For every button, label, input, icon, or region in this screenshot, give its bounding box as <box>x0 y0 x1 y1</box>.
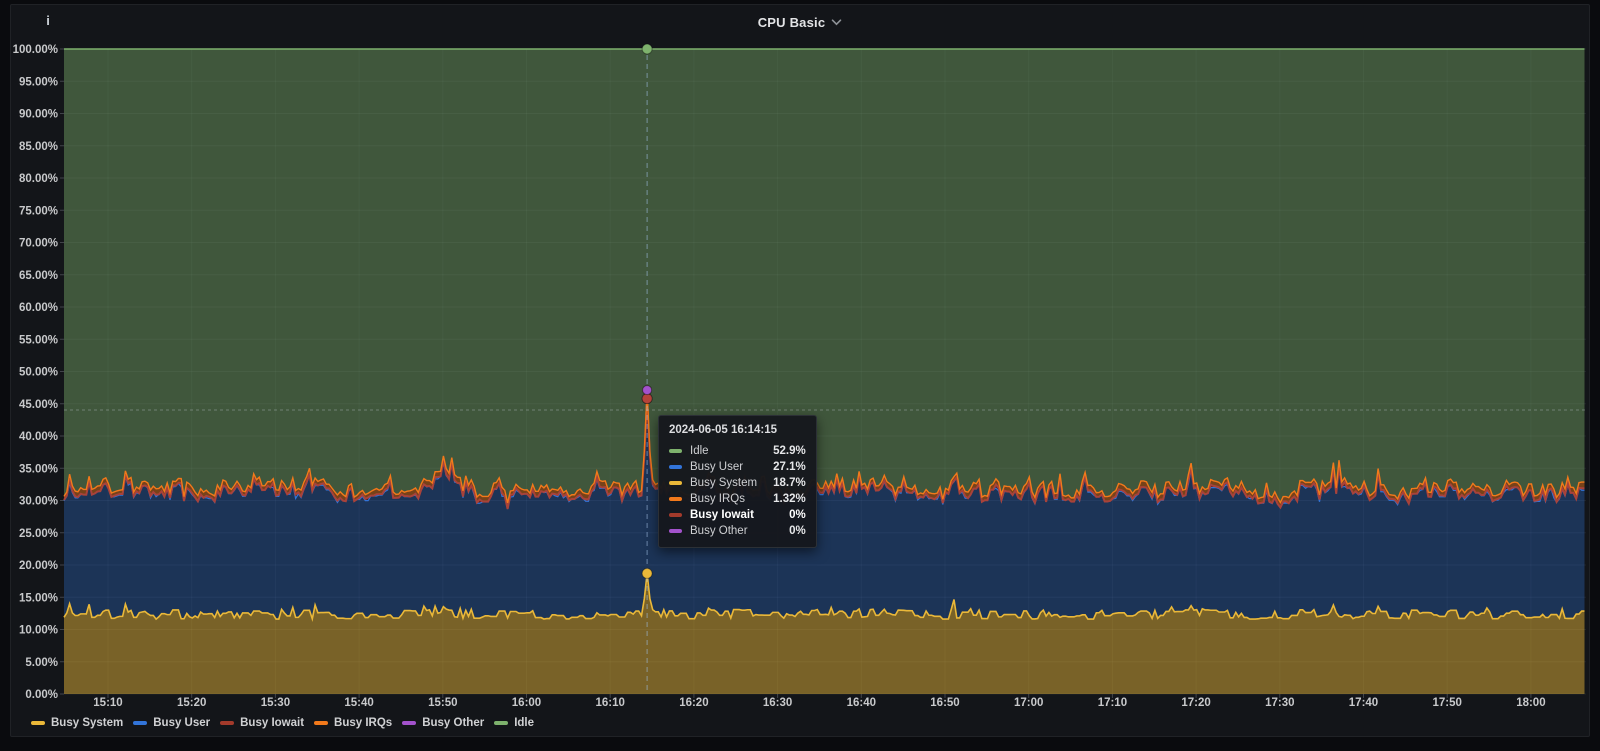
y-axis-label: 70.00% <box>19 238 58 250</box>
tooltip-series-label: Busy System <box>690 477 758 489</box>
legend-label: Busy System <box>51 717 124 729</box>
x-axis-label: 15:40 <box>344 697 373 709</box>
x-axis-label: 15:50 <box>428 697 457 709</box>
panel-info-icon[interactable]: i <box>41 13 55 29</box>
tooltip-row-busy-irqs: Busy IRQs 1.32% <box>669 491 806 507</box>
y-axis-label: 65.00% <box>19 270 58 282</box>
legend-color-swatch <box>402 721 417 725</box>
legend-item-busy-iowait[interactable]: Busy Iowait <box>220 717 304 729</box>
tooltip-row-busy-system: Busy System 18.7% <box>669 475 806 491</box>
series-color-swatch <box>669 465 682 469</box>
legend-item-busy-user[interactable]: Busy User <box>133 717 210 729</box>
chart-tooltip: 2024-06-05 16:14:15 Idle 52.9% Busy User 27… <box>658 415 817 548</box>
y-axis-label: 50.00% <box>19 367 58 379</box>
y-axis-label: 60.00% <box>19 302 58 314</box>
x-axis-label: 17:20 <box>1181 697 1210 709</box>
y-axis-label: 85.00% <box>19 141 58 153</box>
hover-point-busy-system <box>641 567 653 579</box>
tooltip-series-value: 18.7% <box>773 477 806 489</box>
series-color-swatch <box>669 529 682 533</box>
y-axis-label: 35.00% <box>19 463 58 475</box>
legend-color-swatch <box>314 721 329 725</box>
legend-label: Busy User <box>153 717 211 729</box>
chart-legend: Busy System Busy User Busy Iowait Busy IRQs… <box>31 716 534 730</box>
x-axis-label: 17:30 <box>1265 697 1294 709</box>
x-axis-label: 15:20 <box>177 697 206 709</box>
y-axis-label: 100.00% <box>13 44 58 56</box>
x-axis-label: 15:10 <box>93 697 122 709</box>
tooltip-series-value: 27.1% <box>773 461 806 473</box>
legend-item-busy-system[interactable]: Busy System <box>31 717 123 729</box>
tooltip-series-label: Busy IRQs <box>690 493 745 505</box>
y-axis-label: 75.00% <box>19 205 58 217</box>
tooltip-series-label: Idle <box>690 445 709 457</box>
tooltip-timestamp: 2024-06-05 16:14:15 <box>669 424 778 436</box>
tooltip-series-value: 52.9% <box>773 445 806 457</box>
x-axis-label: 17:50 <box>1432 697 1461 709</box>
x-axis-label: 18:00 <box>1516 697 1545 709</box>
series-color-swatch <box>669 513 682 517</box>
y-axis-label: 5.00% <box>25 657 58 669</box>
y-axis-label: 80.00% <box>19 173 58 185</box>
tooltip-series-value: 1.32% <box>773 493 806 505</box>
y-axis-label: 20.00% <box>19 560 58 572</box>
x-axis-label: 17:40 <box>1349 697 1378 709</box>
y-axis-label: 90.00% <box>19 109 58 121</box>
x-axis-label: 16:50 <box>930 697 959 709</box>
series-color-swatch <box>669 497 682 501</box>
x-axis-label: 16:20 <box>679 697 708 709</box>
y-axis-label: 40.00% <box>19 431 58 443</box>
x-axis-label: 17:00 <box>1014 697 1043 709</box>
tooltip-row-busy-other: Busy Other 0% <box>669 523 806 539</box>
legend-color-swatch <box>133 721 148 725</box>
tooltip-row-busy-iowait: Busy Iowait 0% <box>669 507 806 523</box>
x-axis-label: 16:10 <box>595 697 624 709</box>
y-axis-label: 25.00% <box>19 528 58 540</box>
x-axis-label: 16:40 <box>847 697 876 709</box>
legend-label: Busy Iowait <box>240 717 305 729</box>
legend-label: Busy Other <box>422 717 485 729</box>
tooltip-series-value: 0% <box>789 509 806 521</box>
cpu-time-series-chart[interactable]: 0.00% 5.00% 10.00% 15.00% 20.00% 25.00% 30.00%… <box>11 5 1589 736</box>
series-color-swatch <box>669 481 682 485</box>
tooltip-series-label: Busy Iowait <box>690 509 754 521</box>
tooltip-series-label: Busy Other <box>690 525 748 537</box>
hover-point-busy-other <box>642 385 653 396</box>
area-idle <box>64 49 1585 503</box>
tooltip-series-label: Busy User <box>690 461 744 473</box>
tooltip-row-busy-user: Busy User 27.1% <box>669 459 806 475</box>
legend-item-busy-irqs[interactable]: Busy IRQs <box>314 717 392 729</box>
legend-color-swatch <box>494 721 509 725</box>
legend-label: Idle <box>514 717 535 729</box>
x-axis-label: 16:00 <box>512 697 541 709</box>
legend-item-idle[interactable]: Idle <box>494 717 534 729</box>
legend-color-swatch <box>31 721 45 725</box>
y-axis-label: 10.00% <box>19 625 58 637</box>
y-axis-label: 0.00% <box>25 689 58 701</box>
legend-label: Busy IRQs <box>334 717 393 729</box>
hover-point-busy-iowait <box>641 393 653 405</box>
x-axis-label: 16:30 <box>763 697 792 709</box>
legend-color-swatch <box>220 721 235 725</box>
tooltip-rows: Idle 52.9% Busy User 27.1% Busy System 18.7% B… <box>669 443 806 539</box>
hover-point-idle <box>641 43 653 55</box>
legend-item-busy-other[interactable]: Busy Other <box>402 717 484 729</box>
x-axis-label: 17:10 <box>1098 697 1127 709</box>
tooltip-series-value: 0% <box>789 525 806 537</box>
grafana-panel: i CPU Basic 0.00% 5.00% 10.00% 15.00% 20.00%… <box>10 4 1590 737</box>
y-axis-label: 95.00% <box>19 76 58 88</box>
tooltip-row-idle: Idle 52.9% <box>669 443 806 459</box>
series-color-swatch <box>669 449 682 453</box>
y-axis-label: 15.00% <box>19 592 58 604</box>
y-axis-label: 45.00% <box>19 399 58 411</box>
y-axis-label: 55.00% <box>19 334 58 346</box>
y-axis-label: 30.00% <box>19 496 58 508</box>
x-axis-label: 15:30 <box>261 697 290 709</box>
